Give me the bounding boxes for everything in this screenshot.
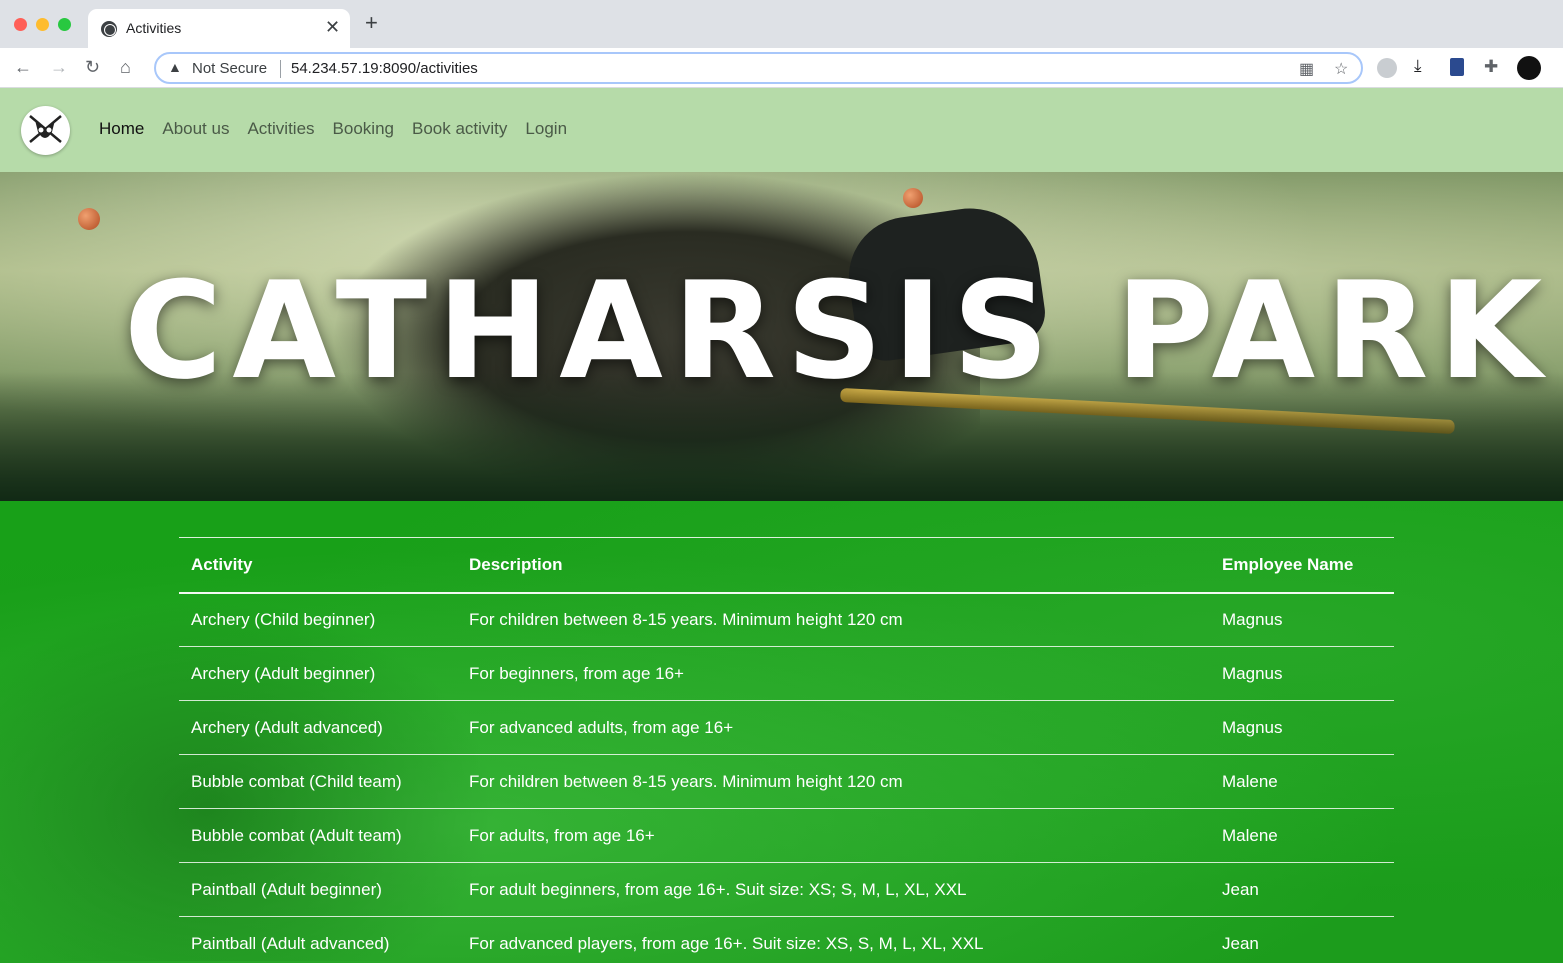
warning-icon: ▲ [168,59,182,75]
description-cell: For advanced adults, from age 16+ [457,700,1210,755]
activity-cell: Archery (Adult beginner) [179,646,457,701]
header-activity: Activity [179,537,457,594]
header-description: Description [457,537,1210,594]
activity-cell: Archery (Adult advanced) [179,700,457,755]
tab-title: Activities [126,20,182,36]
forward-arrow-icon[interactable]: → [50,56,68,78]
employee-cell: Malene [1210,808,1394,863]
table-row: Archery (Adult advanced) For advanced ad… [179,700,1394,755]
nav-home[interactable]: Home [99,119,144,139]
table-header-row: Activity Description Employee Name [179,537,1394,594]
description-cell: For children between 8-15 years. Minimum… [457,754,1210,809]
employee-cell: Magnus [1210,592,1394,647]
paintball [78,208,100,230]
table-row: Bubble combat (Child team) For children … [179,754,1394,809]
header-employee-name: Employee Name [1210,537,1394,594]
paintball [903,188,923,208]
activities-section: Activity Description Employee Name Arche… [0,501,1563,963]
download-icon[interactable]: ⤓ [1414,55,1422,77]
url-text[interactable]: 54.234.57.19:8090/activities [291,60,478,77]
table-row: Archery (Child beginner) For children be… [179,592,1394,647]
table-row: Archery (Adult beginner) For beginners, … [179,646,1394,701]
extensions-puzzle-icon[interactable]: ✚ [1484,56,1498,78]
back-arrow-icon[interactable]: ← [14,56,32,78]
address-bar[interactable]: ▲ Not Secure 54.234.57.19:8090/activitie… [154,52,1363,84]
globe-icon [101,21,117,37]
employee-cell: Magnus [1210,646,1394,701]
employee-cell: Jean [1210,916,1394,963]
qr-code-icon[interactable]: ▦ [1299,59,1314,79]
window-minimize-button[interactable] [36,18,49,31]
description-cell: For adults, from age 16+ [457,808,1210,863]
activities-table: Activity Description Employee Name Arche… [179,537,1394,963]
browser-tab-bar: Activities ✕ + [0,0,1563,48]
browser-toolbar: ← → ↻ ⌂ ▲ Not Secure 54.234.57.19:8090/a… [0,48,1563,88]
address-separator [280,60,281,78]
nav-login[interactable]: Login [525,119,567,139]
description-cell: For adult beginners, from age 16+. Suit … [457,862,1210,917]
bookmark-star-icon[interactable]: ☆ [1334,59,1348,79]
activity-cell: Paintball (Adult beginner) [179,862,457,917]
table-row: Paintball (Adult beginner) For adult beg… [179,862,1394,917]
window-zoom-button[interactable] [58,18,71,31]
profile-avatar[interactable] [1517,56,1541,80]
nav-book-activity[interactable]: Book activity [412,119,507,139]
window-close-button[interactable] [14,18,27,31]
table-row: Bubble combat (Adult team) For adults, f… [179,808,1394,863]
bookmark-extension-icon[interactable] [1450,58,1464,76]
employee-cell: Malene [1210,754,1394,809]
extension-globe-icon[interactable] [1377,58,1397,78]
activity-cell: Paintball (Adult advanced) [179,916,457,963]
new-tab-button[interactable]: + [365,12,378,34]
table-row: Paintball (Adult advanced) For advanced … [179,916,1394,963]
site-navbar: Home About us Activities Booking Book ac… [0,88,1563,172]
tab-close-icon[interactable]: ✕ [325,17,340,38]
activity-cell: Bubble combat (Child team) [179,754,457,809]
site-nav-links: Home About us Activities Booking Book ac… [99,119,567,139]
employee-cell: Jean [1210,862,1394,917]
description-cell: For children between 8-15 years. Minimum… [457,592,1210,647]
description-cell: For beginners, from age 16+ [457,646,1210,701]
hero-banner: CATHARSIS PARK [0,172,1563,501]
skull-logo-icon [29,115,62,143]
site-logo[interactable] [21,106,70,155]
browser-tab[interactable]: Activities ✕ [88,9,350,48]
reload-icon[interactable]: ↻ [85,56,100,78]
description-cell: For advanced players, from age 16+. Suit… [457,916,1210,963]
employee-cell: Magnus [1210,700,1394,755]
nav-booking[interactable]: Booking [333,119,394,139]
nav-activities[interactable]: Activities [247,119,314,139]
home-icon[interactable]: ⌂ [120,56,131,78]
hero-title: CATHARSIS PARK [124,253,1553,409]
nav-about-us[interactable]: About us [162,119,229,139]
not-secure-label[interactable]: Not Secure [192,60,267,77]
activity-cell: Archery (Child beginner) [179,592,457,647]
activity-cell: Bubble combat (Adult team) [179,808,457,863]
